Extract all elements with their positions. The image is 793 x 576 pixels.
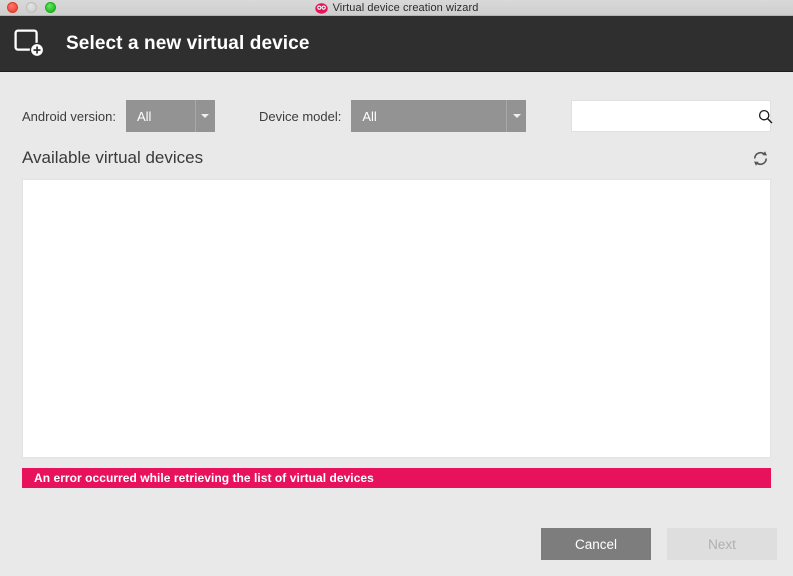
new-device-icon: [14, 28, 45, 57]
device-model-value: All: [362, 108, 377, 124]
android-version-label: Android version:: [22, 108, 116, 124]
filter-bar: Android version: All Device model: All: [22, 100, 773, 132]
window-titlebar: Virtual device creation wizard: [0, 0, 793, 16]
search-box[interactable]: [571, 100, 773, 132]
device-model-filter-group: Device model: All: [259, 100, 527, 132]
available-devices-section-header: Available virtual devices: [22, 144, 771, 172]
zoom-window-button[interactable]: [45, 2, 56, 13]
chevron-down-icon: [194, 100, 215, 132]
error-message: An error occurred while retrieving the l…: [34, 471, 374, 485]
device-model-dropdown[interactable]: All: [351, 100, 527, 132]
android-version-filter-group: Android version: All: [22, 100, 215, 132]
close-window-button[interactable]: [7, 2, 18, 13]
window-title-group: Virtual device creation wizard: [0, 0, 793, 16]
genymotion-logo-icon: [314, 2, 328, 14]
virtual-device-wizard-window: Virtual device creation wizard Select a …: [0, 0, 793, 576]
refresh-icon[interactable]: [749, 147, 771, 169]
chevron-down-icon: [506, 100, 526, 132]
search-input[interactable]: [572, 102, 758, 130]
cancel-button[interactable]: Cancel: [541, 528, 651, 560]
section-title: Available virtual devices: [22, 148, 204, 167]
window-title-text: Virtual device creation wizard: [332, 2, 479, 14]
error-banner: An error occurred while retrieving the l…: [22, 468, 771, 488]
minimize-window-button[interactable]: [26, 2, 37, 13]
search-icon[interactable]: [758, 101, 773, 131]
window-controls: [0, 2, 56, 13]
page-title: Select a new virtual device: [66, 32, 310, 54]
wizard-header: Select a new virtual device: [0, 16, 793, 72]
next-button: Next: [667, 528, 777, 560]
android-version-dropdown[interactable]: All: [125, 100, 215, 132]
android-version-value: All: [136, 108, 152, 124]
wizard-footer: Cancel Next: [0, 528, 793, 562]
device-model-label: Device model:: [259, 108, 342, 124]
available-devices-list[interactable]: [22, 179, 771, 458]
